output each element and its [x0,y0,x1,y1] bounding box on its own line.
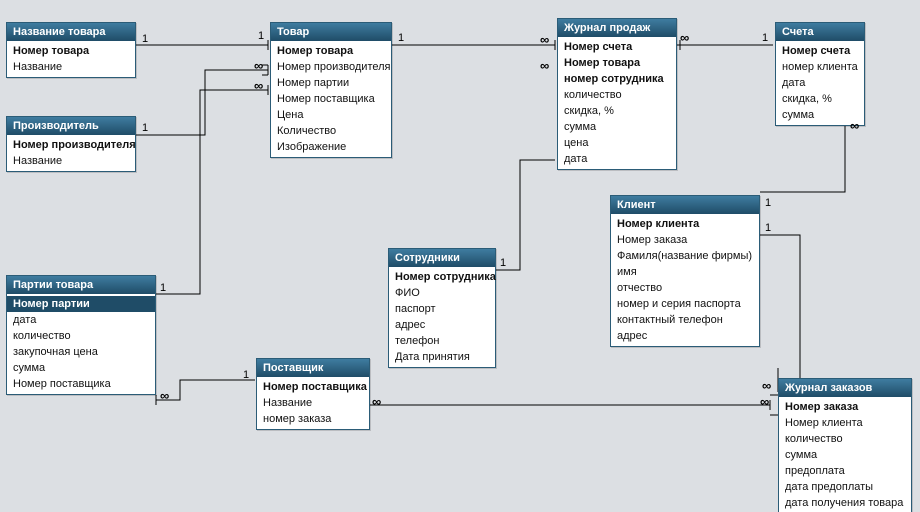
field[interactable]: Номер заказа [779,399,911,415]
er-diagram: { "entities": { "product_name": { "title… [0,0,920,512]
field[interactable]: предоплата [779,463,911,479]
field[interactable]: телефон [389,333,495,349]
field[interactable]: адрес [389,317,495,333]
cardinality: ∞ [254,78,261,93]
cardinality: ∞ [680,30,687,45]
field[interactable]: Номер клиента [779,415,911,431]
field[interactable]: цена [558,135,676,151]
field[interactable]: Дата принятия [389,349,495,365]
cardinality: ∞ [540,58,547,73]
cardinality: 1 [765,197,771,209]
field[interactable]: Изображение [271,139,391,155]
entity-title: Название товара [7,23,135,41]
field[interactable]: номер сотрудника [558,71,676,87]
entity-title: Сотрудники [389,249,495,267]
cardinality: 1 [762,32,768,44]
entity-title: Поставщик [257,359,369,377]
cardinality: 1 [765,222,771,234]
field[interactable]: сумма [7,360,155,376]
field[interactable]: количество [558,87,676,103]
field[interactable]: паспорт [389,301,495,317]
field[interactable]: Количество [271,123,391,139]
field[interactable]: количество [7,328,155,344]
field[interactable]: дата [7,312,155,328]
entity-product-name[interactable]: Название товара Номер товара Название [6,22,136,78]
entity-accounts[interactable]: Счета Номер счета номер клиента дата ски… [775,22,865,126]
field[interactable]: скидка, % [558,103,676,119]
field[interactable]: Название [257,395,369,411]
entity-sales-journal[interactable]: Журнал продаж Номер счета Номер товара н… [557,18,677,170]
entity-title: Журнал продаж [558,19,676,37]
cardinality: 1 [398,32,404,44]
field[interactable]: адрес [611,328,759,344]
field[interactable]: Номер товара [7,43,135,59]
entity-batches[interactable]: Партии товара Номер партии дата количест… [6,275,156,395]
field[interactable]: скидка, % [776,91,864,107]
field[interactable]: Название [7,59,135,75]
field[interactable]: Цена [271,107,391,123]
cardinality: 1 [243,369,249,381]
cardinality: 1 [160,282,166,294]
field[interactable]: Номер клиента [611,216,759,232]
cardinality: 1 [142,33,148,45]
cardinality: ∞ [760,394,767,409]
field[interactable]: Номер счета [776,43,864,59]
field[interactable]: имя [611,264,759,280]
field[interactable]: Номер товара [271,43,391,59]
field[interactable]: Номер производителя [271,59,391,75]
field[interactable]: Номер сотрудника [389,269,495,285]
field[interactable]: отчество [611,280,759,296]
entity-order-journal[interactable]: Журнал заказов Номер заказа Номер клиент… [778,378,912,512]
cardinality: ∞ [850,118,857,133]
entity-title: Журнал заказов [779,379,911,397]
field[interactable]: дата предоплаты [779,479,911,495]
field[interactable]: Номер поставщика [7,376,155,392]
field[interactable]: Номер счета [558,39,676,55]
field[interactable]: дата получения товара [779,495,911,511]
entity-body: Номер товара Название [7,41,135,77]
field[interactable]: сумма [779,447,911,463]
field[interactable]: номер и серия паспорта [611,296,759,312]
field[interactable]: закупочная цена [7,344,155,360]
entity-title: Товар [271,23,391,41]
cardinality: 1 [258,30,264,42]
field[interactable]: дата [558,151,676,167]
field[interactable]: номер клиента [776,59,864,75]
entity-title: Производитель [7,117,135,135]
cardinality: ∞ [372,394,379,409]
entity-client[interactable]: Клиент Номер клиента Номер заказа Фамиля… [610,195,760,347]
field[interactable]: Название [7,153,135,169]
cardinality: ∞ [762,378,769,393]
cardinality: 1 [142,122,148,134]
field[interactable]: Номер партии [7,296,155,312]
entity-product[interactable]: Товар Номер товара Номер производителя Н… [270,22,392,158]
entity-supplier[interactable]: Поставщик Номер поставщика Название номе… [256,358,370,430]
field[interactable]: Номер производителя [7,137,135,153]
cardinality: ∞ [540,32,547,47]
cardinality: ∞ [254,58,261,73]
field[interactable]: ФИО [389,285,495,301]
entity-manufacturer[interactable]: Производитель Номер производителя Назван… [6,116,136,172]
field[interactable]: Номер товара [558,55,676,71]
field[interactable]: номер заказа [257,411,369,427]
entity-title: Клиент [611,196,759,214]
field[interactable]: дата [776,75,864,91]
field[interactable]: Номер партии [271,75,391,91]
field[interactable]: контактный телефон [611,312,759,328]
entity-title: Счета [776,23,864,41]
field[interactable]: сумма [558,119,676,135]
field[interactable]: Номер поставщика [271,91,391,107]
field[interactable]: количество [779,431,911,447]
entity-employees[interactable]: Сотрудники Номер сотрудника ФИО паспорт … [388,248,496,368]
field[interactable]: Фамиля(название фирмы) [611,248,759,264]
field[interactable]: Номер поставщика [257,379,369,395]
cardinality: ∞ [160,388,167,403]
cardinality: 1 [500,257,506,269]
entity-title: Партии товара [7,276,155,294]
field[interactable]: Номер заказа [611,232,759,248]
